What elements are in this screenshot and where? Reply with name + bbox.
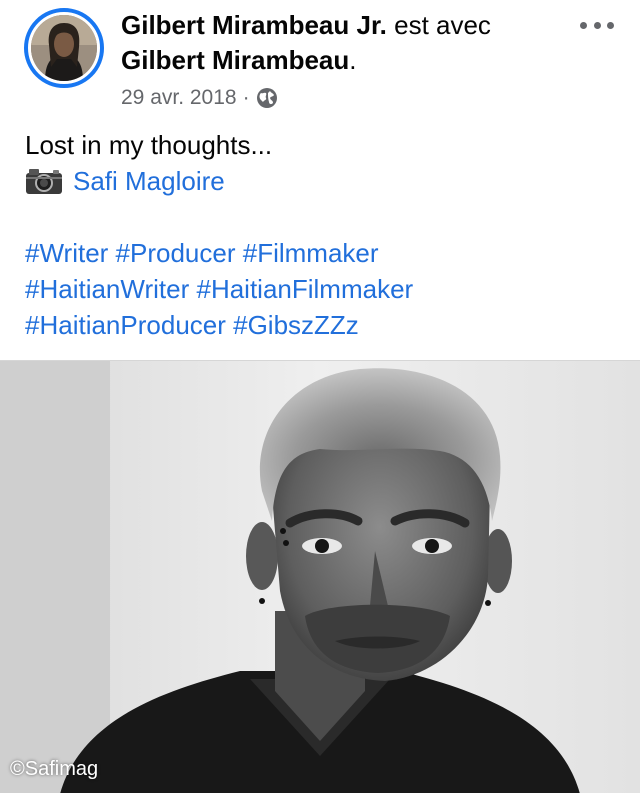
- avatar-image: [31, 15, 97, 81]
- photo-credit-link[interactable]: Safi Magloire: [73, 166, 225, 196]
- post-header: Gilbert Mirambeau Jr. est avec Gilbert M…: [0, 0, 640, 118]
- hashtag-link[interactable]: #Filmmaker: [243, 238, 379, 268]
- post-photo[interactable]: [0, 360, 640, 793]
- more-dot: [607, 21, 614, 29]
- camera-icon: [25, 167, 63, 195]
- more-dot: [580, 21, 587, 29]
- hashtag-line: #Writer #Producer #Filmmaker: [25, 235, 625, 271]
- hashtag-link[interactable]: #HaitianProducer: [25, 310, 226, 340]
- globe-icon[interactable]: [256, 87, 278, 109]
- author-name[interactable]: Gilbert Mirambeau Jr.: [121, 10, 387, 40]
- hashtag-link[interactable]: #Writer: [25, 238, 108, 268]
- post-text: Lost in my thoughts... Safi Magloire #Wr…: [25, 127, 625, 343]
- more-options-icon[interactable]: [580, 15, 614, 35]
- hashtag-line: #HaitianProducer #GibszZZz: [25, 307, 625, 343]
- author-avatar[interactable]: [24, 8, 104, 88]
- photo-credit-line: Safi Magloire: [25, 163, 625, 199]
- hashtag-link[interactable]: #GibszZZz: [233, 310, 359, 340]
- hashtag-link[interactable]: #Producer: [116, 238, 236, 268]
- title-period: .: [349, 45, 357, 75]
- hashtag-line: #HaitianWriter #HaitianFilmmaker: [25, 271, 625, 307]
- with-text: est avec: [394, 10, 491, 40]
- post-date[interactable]: 29 avr. 2018: [121, 86, 237, 110]
- more-dot: [593, 21, 601, 29]
- tagged-user-name[interactable]: Gilbert Mirambeau: [121, 45, 349, 75]
- post-caption: Lost in my thoughts...: [25, 130, 273, 160]
- post-meta: 29 avr. 2018 ·: [121, 84, 278, 112]
- post-title: Gilbert Mirambeau Jr. est avec Gilbert M…: [121, 8, 561, 78]
- hashtags: #Writer #Producer #Filmmaker #HaitianWri…: [25, 235, 625, 343]
- photo-watermark: ©Safimag: [10, 758, 99, 780]
- hashtag-link[interactable]: #HaitianWriter: [25, 274, 189, 304]
- hashtag-link[interactable]: #HaitianFilmmaker: [196, 274, 413, 304]
- meta-separator: ·: [242, 86, 250, 109]
